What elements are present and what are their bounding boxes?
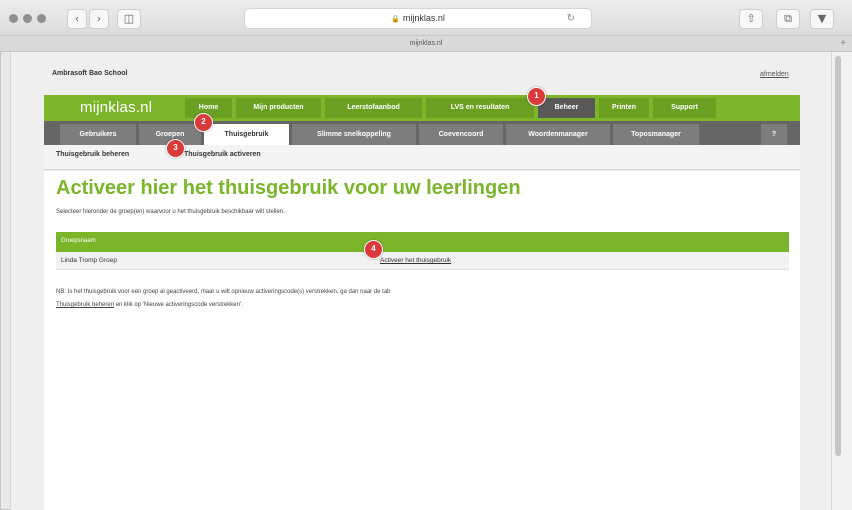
tabs-overview-icon[interactable]: ⧉ — [776, 9, 800, 29]
downloads-icon[interactable]: ▼ — [810, 9, 834, 29]
note-text-continued: Thuisgebruik beheren en klik op 'Nieuwe … — [56, 302, 243, 308]
nav-leerstofaanbod[interactable]: Leerstofaanbod — [325, 98, 422, 118]
nav-printen[interactable]: Printen — [599, 98, 649, 118]
forward-arrow-icon[interactable]: › — [89, 9, 109, 29]
subnav-gebruikers[interactable]: Gebruikers — [60, 124, 136, 145]
zoom-window-button[interactable] — [37, 14, 46, 23]
callout-badge-1: 1 — [527, 87, 546, 106]
address-bar[interactable]: 🔒 mijnklas.nl ↻ — [244, 8, 592, 29]
subnav-coevencoord[interactable]: Coevencoord — [419, 124, 503, 145]
note-link-thuisgebruik-beheren[interactable]: Thuisgebruik beheren — [56, 302, 114, 308]
subnav-toposmanager[interactable]: Toposmanager — [613, 124, 699, 145]
link-thuisgebruik-beheren[interactable]: Thuisgebruik beheren — [56, 151, 129, 158]
tab-bar[interactable]: mijnklas.nl + — [0, 36, 852, 52]
nav-mijn-producten[interactable]: Mijn producten — [236, 98, 321, 118]
site-logo[interactable]: mijnklas.nl — [80, 99, 152, 116]
page-title: Activeer hier het thuisgebruik voor uw l… — [56, 177, 521, 199]
school-name: Ambrasoft Bao School — [52, 70, 128, 77]
subnav-slimme-snelkoppeling[interactable]: Slimme snelkoppeling — [292, 124, 416, 145]
lock-icon: 🔒 — [391, 15, 400, 23]
nav-support[interactable]: Support — [653, 98, 716, 118]
intro-text: Selecteer hieronder de groep(en) waarvoo… — [56, 209, 285, 215]
logout-link[interactable]: afmelden — [760, 71, 789, 78]
sidebar-icon[interactable]: ◫ — [117, 9, 141, 29]
subnav-thuisgebruik[interactable]: Thuisgebruik — [204, 124, 289, 145]
scrollbar-thumb[interactable] — [835, 56, 841, 456]
new-tab-icon[interactable]: + — [840, 36, 846, 51]
subnav-woordenmanager[interactable]: Woordenmanager — [506, 124, 610, 145]
groups-table-header — [56, 232, 789, 252]
note-text-rest: en klik op 'Nieuwe activeringscode verst… — [114, 302, 243, 308]
back-arrow-icon[interactable]: ‹ — [67, 9, 87, 29]
content-area — [44, 171, 800, 510]
close-window-button[interactable] — [9, 14, 18, 23]
callout-badge-3: 3 — [166, 139, 185, 158]
note-text: NB: Is het thuisgebruik voor een groep a… — [56, 289, 391, 295]
share-icon[interactable]: ⇧ — [739, 9, 763, 29]
third-level-navigation — [44, 145, 800, 170]
minimize-window-button[interactable] — [23, 14, 32, 23]
callout-badge-4: 4 — [364, 240, 383, 259]
help-button[interactable]: ? — [761, 124, 787, 145]
nav-lvs-en-resultaten[interactable]: LVS en resultaten — [426, 98, 534, 118]
nav-beheer[interactable]: Beheer — [538, 98, 595, 118]
activate-home-use-link[interactable]: Activeer het thuisgebruik — [380, 257, 451, 264]
group-name-cell: Linda Tromp Groep — [61, 257, 118, 264]
column-groepsnaam: Groepsnaam — [61, 238, 96, 244]
reload-icon[interactable]: ↻ — [567, 9, 575, 28]
tab-title: mijnklas.nl — [409, 40, 443, 47]
callout-badge-2: 2 — [194, 113, 213, 132]
link-thuisgebruik-activeren[interactable]: Thuisgebruik activeren — [184, 151, 261, 158]
address-text: mijnklas.nl — [402, 13, 445, 23]
